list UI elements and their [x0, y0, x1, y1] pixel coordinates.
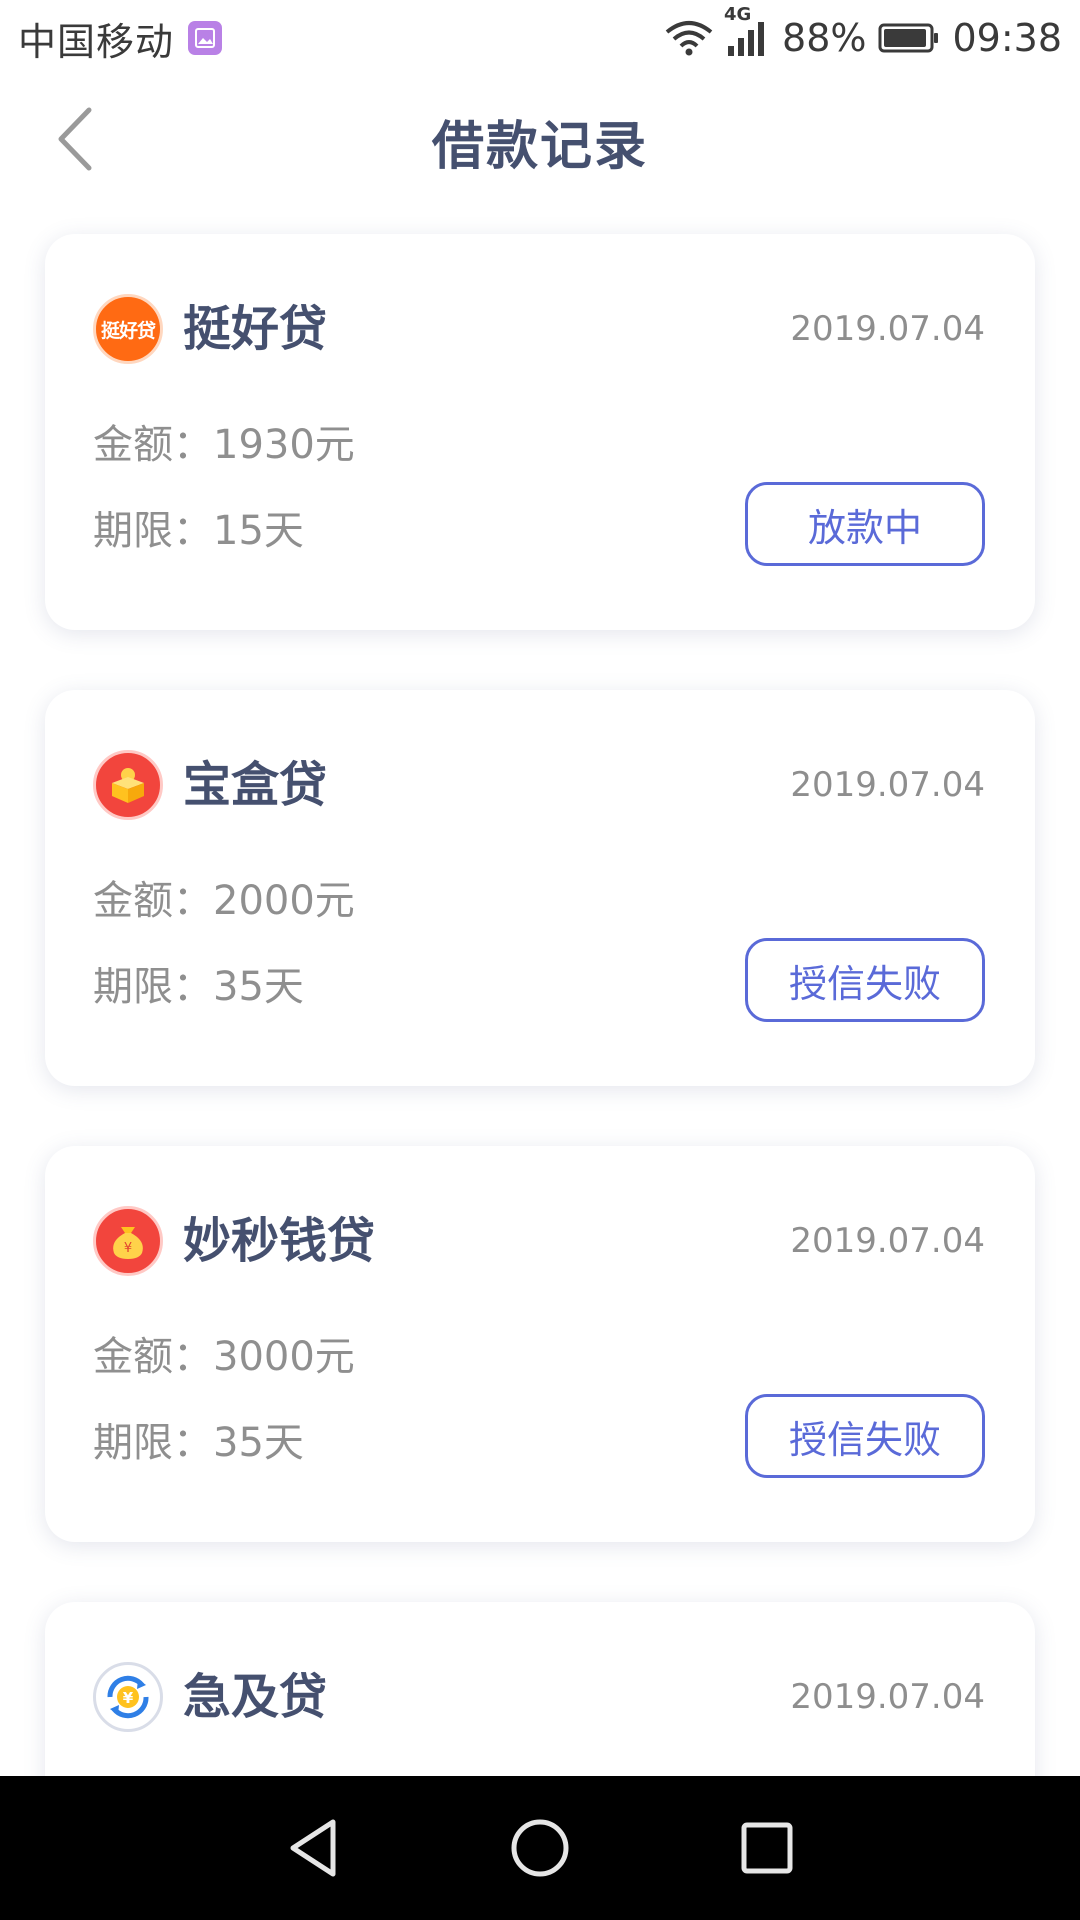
back-button[interactable]	[40, 104, 110, 174]
term-row: 期限：15天	[93, 498, 304, 556]
loan-date: 2019.07.04	[790, 765, 985, 805]
network-type-label: 4G	[724, 4, 752, 25]
term-value: 15天	[213, 508, 304, 554]
page-title: 借款记录	[431, 116, 648, 177]
loan-date: 2019.07.04	[790, 1221, 985, 1261]
circle-home-icon	[511, 1819, 569, 1877]
header: 借款记录	[0, 76, 1080, 206]
treasure-box-icon	[93, 750, 163, 820]
triangle-back-icon	[290, 1819, 336, 1877]
lender-logo-text: 挺好贷	[100, 319, 156, 342]
lender-name: 急及贷	[183, 1669, 328, 1725]
amount-row: 金额：2000元	[93, 868, 355, 926]
status-right: 4G 88% 09:38	[664, 4, 1062, 60]
wifi-icon	[664, 20, 714, 56]
term-value: 35天	[213, 1420, 304, 1466]
system-nav-bar	[0, 1776, 1080, 1920]
status-left: 中国移动	[18, 11, 223, 66]
nav-home-button[interactable]	[495, 1803, 585, 1893]
clock: 09:38	[952, 16, 1062, 60]
amount-label: 金额：	[93, 422, 213, 468]
lender-name: 挺好贷	[183, 301, 328, 357]
amount-label: 金额：	[93, 878, 213, 924]
money-bag-icon: ¥	[93, 1206, 163, 1276]
amount-value: 1930元	[213, 422, 355, 468]
battery-percent: 88%	[782, 16, 867, 60]
nav-recents-button[interactable]	[722, 1803, 812, 1893]
loan-date: 2019.07.04	[790, 1677, 985, 1717]
square-recents-icon	[741, 1822, 793, 1874]
status-bar: 中国移动 4G 88% 09:38	[0, 0, 1080, 76]
amount-value: 3000元	[213, 1334, 355, 1380]
loan-record-list[interactable]: 挺好贷 挺好贷 2019.07.04 金额：1930元 期限：15天 放款中 宝…	[0, 206, 1080, 1776]
term-row: 期限：35天	[93, 1410, 304, 1468]
lender-logo-tinghaodai: 挺好贷	[93, 294, 163, 364]
battery-icon	[878, 22, 940, 54]
term-value: 35天	[213, 964, 304, 1010]
lender-name: 妙秒钱贷	[183, 1213, 376, 1269]
svg-text:¥: ¥	[123, 1689, 134, 1707]
amount-value: 2000元	[213, 878, 355, 924]
amount-label: 金额：	[93, 1334, 213, 1380]
term-label: 期限：	[93, 508, 213, 554]
amount-row: 金额：1930元	[93, 412, 355, 470]
term-row: 期限：35天	[93, 954, 304, 1012]
loan-card[interactable]: ¥ 妙秒钱贷 2019.07.04 金额：3000元 期限：35天 授信失败	[45, 1146, 1035, 1542]
amount-row: 金额：3000元	[93, 1324, 355, 1382]
loan-status-button[interactable]: 授信失败	[745, 1394, 985, 1478]
loan-card[interactable]: 宝盒贷 2019.07.04 金额：2000元 期限：35天 授信失败	[45, 690, 1035, 1086]
loan-date: 2019.07.04	[790, 309, 985, 349]
currency-exchange-icon: ¥	[93, 1662, 163, 1732]
gallery-notification-icon	[188, 21, 223, 55]
term-label: 期限：	[93, 964, 213, 1010]
loan-status-button[interactable]: 放款中	[745, 482, 985, 566]
cellular-signal-icon: 4G	[724, 4, 770, 58]
loan-card[interactable]: ¥ 急及贷 2019.07.04	[45, 1602, 1035, 1776]
chevron-left-icon	[58, 107, 92, 171]
lender-name: 宝盒贷	[183, 757, 328, 813]
svg-text:¥: ¥	[124, 1241, 132, 1256]
loan-card[interactable]: 挺好贷 挺好贷 2019.07.04 金额：1930元 期限：15天 放款中	[45, 234, 1035, 630]
nav-back-button[interactable]	[268, 1803, 358, 1893]
term-label: 期限：	[93, 1420, 213, 1466]
carrier-label: 中国移动	[18, 19, 175, 64]
loan-status-button[interactable]: 授信失败	[745, 938, 985, 1022]
